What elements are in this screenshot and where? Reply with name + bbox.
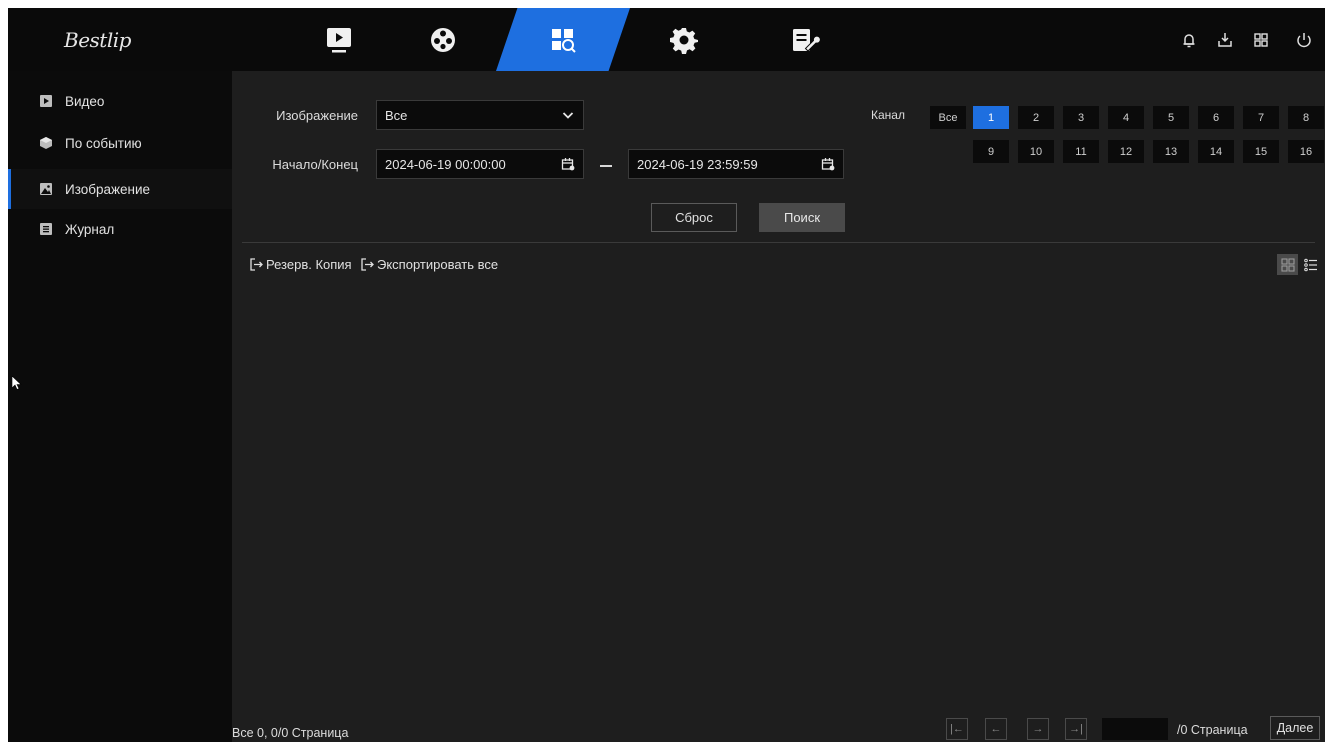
image-type-value: Все — [385, 107, 408, 123]
arrow-left-icon: ← — [990, 723, 1002, 735]
channel-button-8[interactable]: 8 — [1288, 106, 1324, 129]
grid-icon — [1254, 33, 1268, 47]
sidebar-item-event[interactable]: По событию — [8, 123, 232, 163]
range-label: Начало/Конец — [272, 157, 358, 172]
channel-button-10[interactable]: 10 — [1018, 140, 1054, 163]
backup-label: Резерв. Копия — [266, 257, 352, 272]
sidebar-item-label: По событию — [65, 135, 142, 151]
start-time-field[interactable]: 2024-06-19 00:00:00 — [376, 149, 584, 179]
channel-button-1[interactable]: 1 — [973, 106, 1009, 129]
sidebar-item-video[interactable]: Видео — [8, 81, 232, 121]
gear-icon — [670, 27, 698, 54]
channel-button-3[interactable]: 3 — [1063, 106, 1099, 129]
channel-button-16[interactable]: 16 — [1288, 140, 1324, 163]
end-time-field[interactable]: 2024-06-19 23:59:59 — [628, 149, 844, 179]
export-icon — [250, 258, 263, 271]
chevron-down-icon — [561, 108, 575, 122]
tab-settings[interactable] — [636, 8, 732, 71]
search-button[interactable]: Поиск — [759, 203, 845, 232]
download-button[interactable] — [1214, 29, 1236, 51]
channel-button-6[interactable]: 6 — [1198, 106, 1234, 129]
tab-search[interactable] — [515, 8, 611, 71]
sidebar-item-label: Журнал — [65, 221, 115, 237]
download-icon — [1218, 33, 1232, 47]
sidebar-item-image[interactable]: Изображение — [8, 169, 232, 209]
results-status: Все 0, 0/0 Страница — [232, 726, 349, 740]
tab-playback[interactable] — [291, 8, 387, 71]
notifications-button[interactable] — [1178, 29, 1200, 51]
sidebar-item-log[interactable]: Журнал — [8, 209, 232, 249]
backup-button[interactable]: Резерв. Копия — [250, 257, 352, 272]
event-cube-icon — [40, 137, 52, 149]
channel-button-15[interactable]: 15 — [1243, 140, 1279, 163]
channel-button-5[interactable]: 5 — [1153, 106, 1189, 129]
image-type-label: Изображение — [276, 108, 358, 123]
next-page-button[interactable]: Далее — [1270, 716, 1320, 740]
reset-button[interactable]: Сброс — [651, 203, 737, 232]
sidebar: Видео По событию Изображение Журнал — [8, 71, 232, 742]
channel-all-button[interactable]: Все — [930, 106, 966, 129]
top-bar: Bestlip — [8, 8, 1325, 71]
start-time-value: 2024-06-19 00:00:00 — [385, 156, 506, 172]
main-panel: Изображение Все Начало/Конец 2024-06-19 … — [232, 71, 1325, 742]
last-page-icon: →| — [1069, 723, 1083, 735]
range-separator — [600, 165, 612, 167]
export-all-button[interactable]: Экспортировать все — [361, 257, 498, 272]
film-reel-icon — [431, 27, 455, 52]
play-screen-icon — [327, 27, 351, 52]
export-icon — [361, 258, 374, 271]
calendar-icon — [561, 157, 575, 171]
image-type-select[interactable]: Все — [376, 100, 584, 130]
channel-button-12[interactable]: 12 — [1108, 140, 1144, 163]
prev-page-button[interactable]: ← — [985, 718, 1007, 740]
last-page-button[interactable]: →| — [1065, 718, 1087, 740]
export-all-label: Экспортировать все — [377, 257, 499, 272]
grid-view-icon — [1280, 257, 1295, 272]
list-view-button[interactable] — [1300, 254, 1321, 275]
tab-event[interactable] — [395, 8, 491, 71]
sidebar-item-label: Изображение — [65, 181, 151, 197]
brand-logo: Bestlip — [64, 28, 131, 52]
mouse-cursor-icon — [12, 376, 22, 390]
channel-button-9[interactable]: 9 — [973, 140, 1009, 163]
app-root: Bestlip Видео По событию Изображение Жур… — [0, 0, 1325, 742]
channel-button-14[interactable]: 14 — [1198, 140, 1234, 163]
power-icon — [1297, 33, 1311, 48]
play-icon — [40, 95, 52, 107]
channel-button-2[interactable]: 2 — [1018, 106, 1054, 129]
dvr-screen: Bestlip Видео По событию Изображение Жур… — [8, 8, 1325, 742]
search-grid-icon — [552, 28, 576, 53]
first-page-button[interactable]: |← — [946, 718, 968, 740]
calendar-icon — [821, 157, 835, 171]
channel-button-7[interactable]: 7 — [1243, 106, 1279, 129]
channel-button-13[interactable]: 13 — [1153, 140, 1189, 163]
first-page-icon: |← — [950, 723, 964, 735]
section-divider — [242, 242, 1315, 243]
sidebar-item-label: Видео — [65, 93, 105, 109]
document-wrench-icon — [793, 28, 820, 52]
page-number-input[interactable] — [1102, 718, 1168, 740]
arrow-right-icon: → — [1032, 723, 1044, 735]
power-button[interactable] — [1293, 29, 1315, 51]
end-time-value: 2024-06-19 23:59:59 — [637, 156, 758, 172]
image-icon — [40, 183, 52, 195]
channel-button-11[interactable]: 11 — [1063, 140, 1099, 163]
layout-button[interactable] — [1250, 29, 1272, 51]
channel-label: Канал — [871, 108, 905, 122]
next-page-arrow-button[interactable]: → — [1027, 718, 1049, 740]
log-icon — [40, 223, 52, 235]
tab-maintenance[interactable] — [757, 8, 853, 71]
grid-view-button[interactable] — [1277, 254, 1298, 275]
list-view-icon — [1303, 258, 1317, 271]
page-total: /0 Страница — [1177, 723, 1248, 737]
bell-icon — [1183, 34, 1195, 48]
channel-button-4[interactable]: 4 — [1108, 106, 1144, 129]
